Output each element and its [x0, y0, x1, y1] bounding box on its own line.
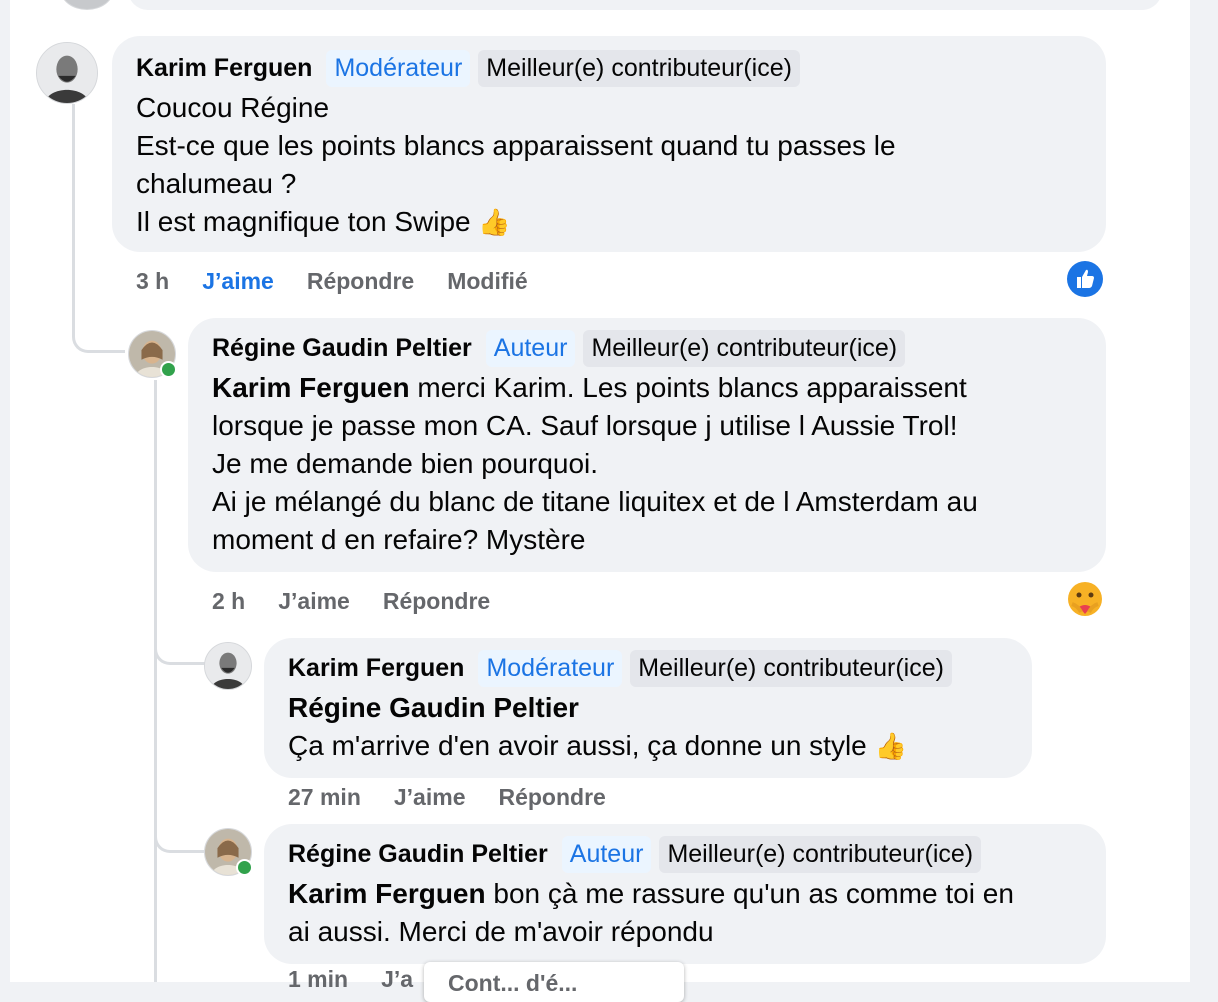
- avatar[interactable]: [60, 0, 114, 10]
- reply-button[interactable]: Répondre: [383, 588, 490, 615]
- role-badge: Auteur: [561, 836, 652, 873]
- comment-bubble: Régine Gaudin Peltier Auteur Meilleur(e)…: [188, 318, 1106, 572]
- comment-actions: 27 min J’aime Répondre: [288, 784, 639, 811]
- context-menu-label[interactable]: Cont... d'é...: [448, 970, 577, 996]
- comment-header: Karim Ferguen Modérateur Meilleur(e) con…: [288, 650, 1008, 687]
- timestamp[interactable]: 3 h: [136, 268, 169, 295]
- comment-line: Karim Ferguen bon çà me rassure qu'un as…: [288, 875, 1082, 913]
- context-menu-popup[interactable]: Cont... d'é...: [424, 962, 684, 1002]
- comment-header: Karim Ferguen Modérateur Meilleur(e) con…: [136, 50, 1082, 87]
- comment-bubble: Karim Ferguen Modérateur Meilleur(e) con…: [264, 638, 1032, 778]
- author-name[interactable]: Karim Ferguen: [136, 54, 312, 83]
- avatar-karim-ferguen[interactable]: [36, 42, 98, 104]
- comment-actions: 2 h J’aime Répondre: [212, 588, 523, 615]
- comment-line: Ai je mélangé du blanc de titane liquite…: [212, 486, 978, 517]
- timestamp[interactable]: 1 min: [288, 966, 348, 993]
- comment-line: Coucou Régine: [136, 92, 330, 123]
- like-button[interactable]: J’aime: [278, 588, 350, 615]
- contributor-badge: Meilleur(e) contributeur(ice): [583, 330, 906, 367]
- comment-line: Il est magnifique ton Swipe 👍: [136, 203, 1082, 241]
- comment-bubble: Régine Gaudin Peltier Auteur Meilleur(e)…: [264, 824, 1106, 964]
- contributor-badge: Meilleur(e) contributeur(ice): [478, 50, 800, 87]
- comment-text: Coucou Régine Est-ce que les points blan…: [136, 89, 1082, 241]
- thread-connector: [154, 560, 207, 665]
- comment-actions: 1 min J’a: [288, 966, 446, 993]
- comment-line: lorsque je passe mon CA. Sauf lorsque j …: [212, 410, 958, 441]
- comments-panel: Karim Ferguen Modérateur Meilleur(e) con…: [10, 0, 1190, 1002]
- online-status-icon: [160, 361, 177, 378]
- comment-header: Régine Gaudin Peltier Auteur Meilleur(e)…: [288, 836, 1082, 873]
- contributor-badge: Meilleur(e) contributeur(ice): [659, 836, 982, 873]
- comment-line-text: merci Karim. Les points blancs apparaiss…: [417, 372, 967, 403]
- like-button[interactable]: J’a: [381, 966, 413, 993]
- comment-text: Karim Ferguen merci Karim. Les points bl…: [212, 369, 1082, 559]
- profile-photo: [37, 43, 97, 103]
- mention-link[interactable]: Régine Gaudin Peltier: [288, 689, 1008, 727]
- comment-line: Karim Ferguen merci Karim. Les points bl…: [212, 369, 1082, 407]
- thread-connector: [154, 760, 207, 853]
- mention-link[interactable]: Karim Ferguen: [212, 372, 410, 403]
- like-button[interactable]: J’aime: [394, 784, 466, 811]
- comment-line: moment d en refaire? Mystère: [212, 524, 586, 555]
- thread-connector: [154, 380, 157, 982]
- comment-bubble: Karim Ferguen Modérateur Meilleur(e) con…: [112, 36, 1106, 252]
- avatar-karim-ferguen[interactable]: [204, 642, 252, 690]
- author-name[interactable]: Régine Gaudin Peltier: [212, 334, 472, 363]
- mention-link[interactable]: Karim Ferguen: [288, 878, 486, 909]
- reply-button[interactable]: Répondre: [307, 268, 414, 295]
- role-badge: Modérateur: [478, 650, 623, 687]
- online-status-icon: [236, 859, 253, 876]
- edited-label[interactable]: Modifié: [447, 268, 528, 295]
- comment-line-text: Ça m'arrive d'en avoir aussi, ça donne u…: [288, 730, 867, 761]
- comment-line: ai aussi. Merci de m'avoir répondu: [288, 916, 714, 947]
- author-name[interactable]: Karim Ferguen: [288, 654, 464, 683]
- comment-line: Est-ce que les points blancs apparaissen…: [136, 130, 896, 161]
- comment-bubble-previous: [128, 0, 1162, 10]
- role-badge: Modérateur: [326, 50, 471, 87]
- comment-line-text: Il est magnifique ton Swipe: [136, 206, 471, 237]
- timestamp[interactable]: 27 min: [288, 784, 361, 811]
- comment-line-text: bon çà me rassure qu'un as comme toi en: [493, 878, 1014, 909]
- comment-line: Ça m'arrive d'en avoir aussi, ça donne u…: [288, 727, 1008, 765]
- timestamp[interactable]: 2 h: [212, 588, 245, 615]
- comment-line: chalumeau ?: [136, 168, 297, 199]
- reply-button[interactable]: Répondre: [498, 784, 605, 811]
- care-reaction-icon[interactable]: [1066, 580, 1104, 618]
- role-badge: Auteur: [485, 330, 576, 367]
- comment-line: Je me demande bien pourquoi.: [212, 448, 599, 479]
- contributor-badge: Meilleur(e) contributeur(ice): [630, 650, 952, 687]
- comment-text: Régine Gaudin Peltier Ça m'arrive d'en a…: [288, 689, 1008, 765]
- profile-photo: [205, 643, 251, 689]
- like-reaction-icon[interactable]: [1066, 260, 1104, 298]
- comment-text: Karim Ferguen bon çà me rassure qu'un as…: [288, 875, 1082, 951]
- thumbs-up-icon: 👍: [478, 207, 511, 237]
- thumbs-up-icon: 👍: [874, 731, 907, 761]
- comment-header: Régine Gaudin Peltier Auteur Meilleur(e)…: [212, 330, 1082, 367]
- like-button[interactable]: J’aime: [202, 268, 274, 295]
- comment-actions: 3 h J’aime Répondre Modifié: [136, 268, 561, 295]
- author-name[interactable]: Régine Gaudin Peltier: [288, 840, 548, 869]
